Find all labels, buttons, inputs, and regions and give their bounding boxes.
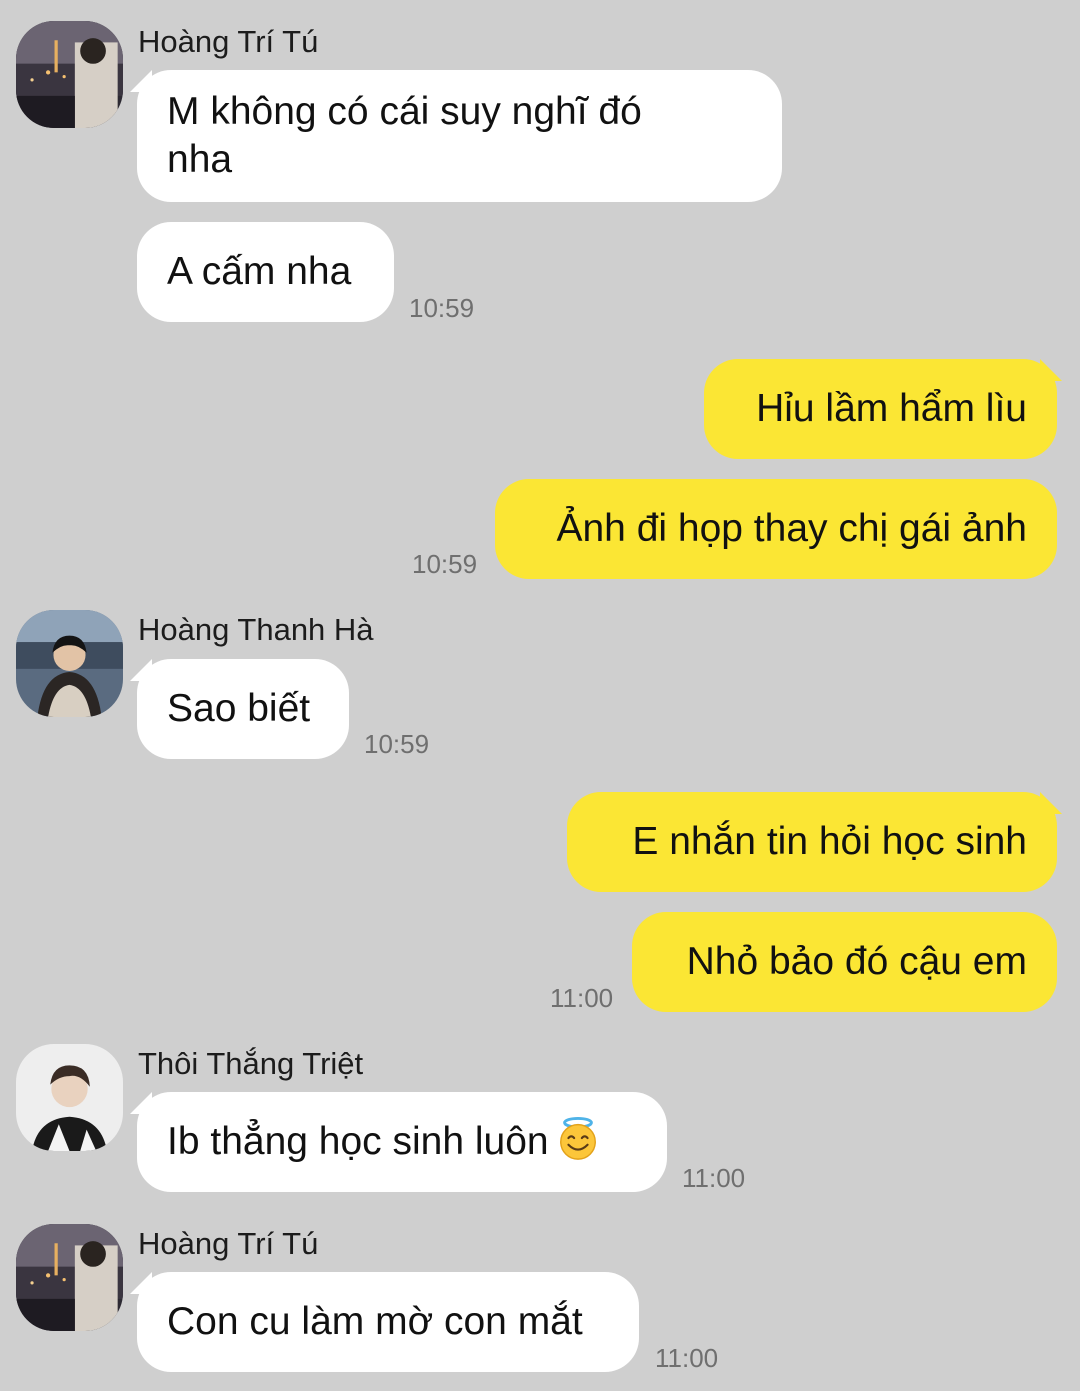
avatar-seaside-portrait-image xyxy=(16,610,123,717)
message-text: Con cu làm mờ con mắt xyxy=(167,1300,583,1343)
message-bubble[interactable]: Con cu làm mờ con mắt xyxy=(137,1272,639,1372)
avatar-city-night-image xyxy=(16,21,123,128)
message-text: Ảnh đi họp thay chị gái ảnh xyxy=(556,507,1027,550)
message-timestamp: 10:59 xyxy=(364,729,430,759)
message-timestamp: 10:59 xyxy=(412,549,478,579)
sender-name: Thôi Thắng Triệt xyxy=(138,1046,364,1081)
message-bubble[interactable]: Ib thẳng học sinh luôn xyxy=(137,1092,667,1192)
avatar-thoi-thang-triet[interactable] xyxy=(16,1044,123,1151)
message-timestamp: 11:00 xyxy=(655,1343,719,1373)
avatar-city-night-image xyxy=(16,1224,123,1331)
sender-name: Hoàng Trí Tú xyxy=(138,1226,319,1261)
message-text: Ib thẳng học sinh luôn xyxy=(167,1120,549,1163)
message-bubble[interactable]: Nhỏ bảo đó cậu em xyxy=(632,912,1057,1012)
message-bubble[interactable]: Ảnh đi họp thay chị gái ảnh xyxy=(495,479,1057,579)
message-text: M không có cái suy nghĩ đó nha xyxy=(167,90,642,181)
message-bubble[interactable]: E nhắn tin hỏi học sinh xyxy=(567,792,1057,892)
message-timestamp: 11:00 xyxy=(682,1163,746,1193)
message-text: E nhắn tin hỏi học sinh xyxy=(632,820,1027,863)
message-bubble[interactable]: Sao biết xyxy=(137,659,349,759)
avatar-hoang-thanh-ha[interactable] xyxy=(16,610,123,717)
message-text: Nhỏ bảo đó cậu em xyxy=(686,940,1027,983)
message-bubble[interactable]: Hỉu lầm hẩm lìu xyxy=(704,359,1057,459)
message-text: Sao biết xyxy=(167,687,311,730)
message-bubble[interactable]: A cấm nha xyxy=(137,222,394,322)
message-text: A cấm nha xyxy=(167,250,352,293)
message-timestamp: 10:59 xyxy=(409,293,475,323)
avatar-hoang-tri-tu[interactable] xyxy=(16,1224,123,1331)
smiling-face-with-halo-icon xyxy=(555,1116,601,1162)
message-bubble[interactable]: M không có cái suy nghĩ đó nha xyxy=(137,70,782,202)
sender-name: Hoàng Thanh Hà xyxy=(138,612,374,647)
avatar-hoang-tri-tu[interactable] xyxy=(16,21,123,128)
message-timestamp: 11:00 xyxy=(550,983,614,1013)
message-text: Hỉu lầm hẩm lìu xyxy=(756,387,1027,430)
avatar-portrait-image xyxy=(16,1044,123,1151)
sender-name: Hoàng Trí Tú xyxy=(138,24,319,59)
